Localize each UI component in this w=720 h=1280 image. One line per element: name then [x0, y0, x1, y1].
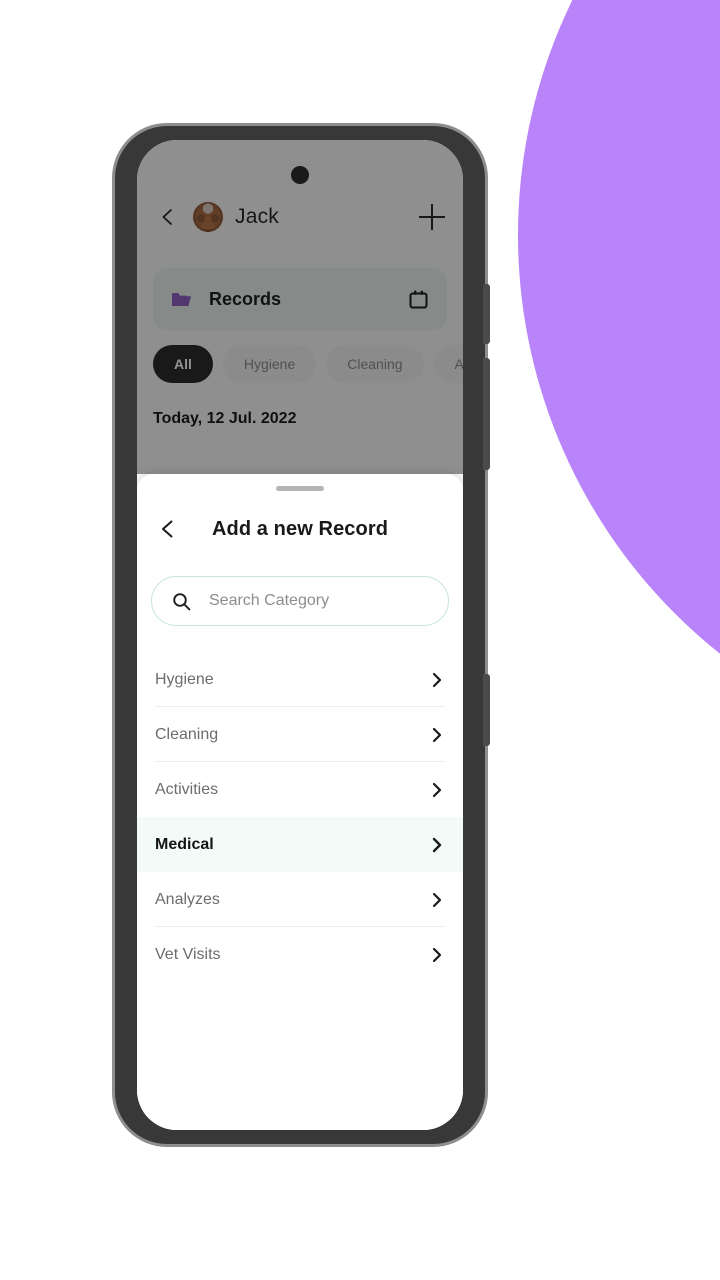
- folder-icon: [171, 290, 193, 308]
- plus-icon[interactable]: [419, 204, 445, 230]
- pet-name-label: Jack: [235, 205, 279, 228]
- search-category-field[interactable]: [151, 576, 449, 626]
- app-top-bar: Jack: [137, 192, 463, 242]
- chevron-left-icon[interactable]: [155, 204, 181, 230]
- sheet-header: Add a new Record: [137, 502, 463, 556]
- calendar-icon[interactable]: [408, 289, 429, 310]
- page-title: Add a new Record: [211, 517, 389, 540]
- chip-hygiene[interactable]: Hygiene: [222, 345, 317, 383]
- search-icon: [172, 592, 191, 611]
- decorative-purple-circle: [518, 0, 720, 770]
- chevron-right-icon: [429, 727, 445, 743]
- chip-cleaning[interactable]: Cleaning: [326, 345, 424, 383]
- list-item-label: Analyzes: [155, 890, 220, 908]
- screenshot-canvas: Jack Records All Hygiene Cleaning A Toda…: [0, 0, 720, 1280]
- phone-screen: Jack Records All Hygiene Cleaning A Toda…: [137, 140, 463, 1130]
- category-filter-chips[interactable]: All Hygiene Cleaning Activities Medical: [153, 345, 463, 383]
- chevron-right-icon: [429, 892, 445, 908]
- device-side-button-volume[interactable]: [483, 358, 490, 470]
- chevron-right-icon: [429, 837, 445, 853]
- list-item-cleaning[interactable]: Cleaning: [137, 707, 463, 762]
- list-item-label: Cleaning: [155, 725, 219, 743]
- drag-handle[interactable]: [276, 486, 324, 491]
- list-item-hygiene[interactable]: Hygiene: [137, 652, 463, 707]
- list-item-label: Medical: [155, 835, 214, 853]
- search-input[interactable]: [209, 592, 428, 610]
- list-item-medical[interactable]: Medical: [137, 817, 463, 872]
- pet-avatar[interactable]: [193, 202, 223, 232]
- front-camera-icon: [291, 166, 309, 184]
- chip-all[interactable]: All: [153, 345, 213, 383]
- phone-device-frame: Jack Records All Hygiene Cleaning A Toda…: [115, 126, 490, 1144]
- chevron-left-icon[interactable]: [155, 516, 181, 542]
- chip-activities[interactable]: Activities: [433, 345, 463, 383]
- chevron-right-icon: [429, 947, 445, 963]
- chevron-right-icon: [429, 782, 445, 798]
- list-item-label: Vet Visits: [155, 945, 221, 963]
- chevron-right-icon: [429, 672, 445, 688]
- list-item-analyzes[interactable]: Analyzes: [137, 872, 463, 927]
- records-card[interactable]: Records: [153, 268, 447, 330]
- list-item-label: Hygiene: [155, 670, 214, 688]
- list-item-activities[interactable]: Activities: [137, 762, 463, 817]
- device-side-button-power[interactable]: [483, 674, 490, 746]
- device-side-button-top[interactable]: [483, 284, 490, 344]
- list-item-vet-visits[interactable]: Vet Visits: [137, 927, 463, 982]
- records-card-label: Records: [209, 288, 282, 309]
- today-date-label: Today, 12 Jul. 2022: [153, 410, 297, 427]
- add-record-bottom-sheet: Add a new Record Hygiene: [137, 474, 463, 1130]
- category-list: Hygiene Cleaning Activities Medical Anal…: [137, 652, 463, 982]
- list-item-label: Activities: [155, 780, 219, 798]
